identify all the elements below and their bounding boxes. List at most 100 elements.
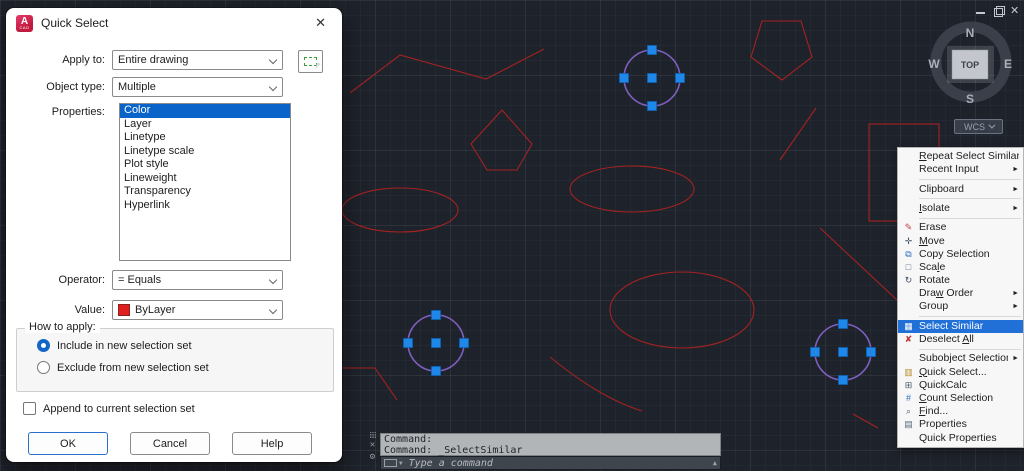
window-close-icon[interactable]: ✕ [1010,6,1019,17]
object-type-dropdown[interactable]: Multiple [112,77,283,97]
viewcube-west[interactable]: W [928,57,940,71]
properties-item-layer[interactable]: Layer [120,118,290,132]
menu-item-properties[interactable]: ▤ Properties [898,418,1023,431]
menu-item-repeat-select-similar[interactable]: Repeat Select Similar [898,150,1023,163]
menu-item-erase[interactable]: ✎ Erase [898,221,1023,234]
minimize-icon[interactable] [976,6,986,16]
grip-handle[interactable] [431,366,441,376]
grip-handle[interactable] [647,45,657,55]
radio-selected-icon[interactable] [37,339,50,352]
red-polyline[interactable] [340,367,398,401]
cursor-arrow-icon [315,62,321,71]
radio-option-0[interactable]: Include in new selection set [37,339,192,352]
menu-item-draw-order[interactable]: Draw Order ► [898,287,1023,300]
menu-item-label: Draw Order [919,287,974,300]
menu-item-count-selection[interactable]: # Count Selection [898,392,1023,405]
selected-circle[interactable] [619,45,685,111]
apply-to-dropdown[interactable]: Entire drawing [112,50,283,70]
menu-item-label: Erase [919,221,947,234]
red-polygon[interactable] [470,109,533,171]
menu-item-deselect-all[interactable]: ✘ Deselect All [898,333,1023,346]
properties-item-linetype-scale[interactable]: Linetype scale [120,145,290,159]
grip-handle[interactable] [810,347,820,357]
close-icon[interactable]: ✕ [309,13,332,33]
viewcube[interactable]: TOP N S W E [925,14,1017,110]
red-arc[interactable] [852,413,879,429]
submenu-arrow-icon: ► [1012,303,1019,311]
menu-item-find[interactable]: ⌕ Find... [898,405,1023,418]
selected-circle[interactable] [810,319,876,385]
red-arc[interactable] [549,356,643,412]
menu-item-quickcalc[interactable]: ⊞ QuickCalc [898,379,1023,392]
grip-handle[interactable] [838,319,848,329]
menu-item-quick-properties[interactable]: Quick Properties [898,432,1023,445]
menu-item-scale[interactable]: □ Scale [898,261,1023,274]
grip-handle[interactable] [675,73,685,83]
selected-circle[interactable] [403,310,469,376]
red-polyline[interactable] [779,107,817,161]
grip-handle[interactable] [459,338,469,348]
grip-handle[interactable] [838,375,848,385]
menu-item-clipboard[interactable]: Clipboard ► [898,183,1023,196]
menu-item-recent-input[interactable]: Recent Input ► [898,163,1023,176]
command-line: ⣿⣿ ✕ ⚙ Command: Command: _SelectSimilar … [366,431,726,471]
red-ellipse[interactable] [609,271,755,349]
menu-item-isolate[interactable]: Isolate ► [898,202,1023,215]
ok-button[interactable]: OK [28,432,108,455]
menu-item-move[interactable]: ✛ Move [898,235,1023,248]
viewcube-south[interactable]: S [966,92,974,106]
viewcube-north[interactable]: N [966,26,975,40]
viewcube-east[interactable]: E [1004,57,1012,71]
close-icon[interactable]: ✕ [370,441,375,450]
restore-icon[interactable] [993,6,1005,17]
red-ellipse[interactable] [569,165,695,213]
properties-item-color[interactable]: Color [120,104,290,118]
grip-handle[interactable] [866,347,876,357]
menu-item-group[interactable]: Group ► [898,300,1023,313]
menu-item-select-similar[interactable]: ▦ Select Similar [898,319,1023,333]
cancel-button[interactable]: Cancel [130,432,210,455]
append-checkbox-row[interactable]: Append to current selection set [23,402,195,415]
red-polyline[interactable] [819,227,898,301]
radio-option-1[interactable]: Exclude from new selection set [37,361,209,374]
viewcube-top-label[interactable]: TOP [961,60,979,70]
menu-item-label: Quick Properties [919,431,997,444]
menu-item-rotate[interactable]: ↻ Rotate [898,274,1023,287]
append-checkbox[interactable] [23,402,36,415]
quick-select-icon: ▥ [904,366,913,377]
properties-item-linetype[interactable]: Linetype [120,131,290,145]
scroll-up-icon[interactable]: ▲ [713,459,717,467]
menu-item-copy-selection[interactable]: ⧉ Copy Selection [898,248,1023,261]
count-selection-icon: # [905,392,911,403]
menu-item-label: Recent Input [919,163,979,176]
grip-handle[interactable] [647,101,657,111]
menu-item-quick-select[interactable]: ▥ Quick Select... [898,366,1023,379]
grip-handle[interactable] [431,310,441,320]
red-polygon[interactable] [750,20,813,81]
red-polyline[interactable] [349,48,545,94]
value-dropdown[interactable]: ByLayer [112,300,283,320]
command-line-grip[interactable]: ⣿⣿ ✕ ⚙ [366,433,379,463]
properties-item-plot-style[interactable]: Plot style [120,158,290,172]
drag-grip-icon[interactable]: ⣿⣿ [369,433,377,439]
menu-separator [919,217,1021,219]
menu-item-subobject-selection-filter[interactable]: Subobject Selection Filter► [898,352,1023,365]
operator-dropdown[interactable]: = Equals [112,270,283,290]
command-input[interactable]: ▼ Type a command ▲ [380,456,721,470]
properties-item-transparency[interactable]: Transparency [120,185,290,199]
select-objects-button[interactable] [298,50,323,73]
grip-handle[interactable] [403,338,413,348]
wcs-label: WCS [964,121,985,132]
grip-handle[interactable] [647,73,657,83]
grip-handle[interactable] [431,338,441,348]
radio-unselected-icon[interactable] [37,361,50,374]
grip-handle[interactable] [619,73,629,83]
red-ellipse[interactable] [341,187,459,233]
properties-item-hyperlink[interactable]: Hyperlink [120,199,290,213]
grip-handle[interactable] [838,347,848,357]
wcs-dropdown[interactable]: WCS [954,119,1003,134]
chevron-down-icon [268,82,278,92]
customize-wrench-icon[interactable]: ⚙ [370,452,375,462]
help-button[interactable]: Help [232,432,312,455]
properties-item-lineweight[interactable]: Lineweight [120,172,290,186]
